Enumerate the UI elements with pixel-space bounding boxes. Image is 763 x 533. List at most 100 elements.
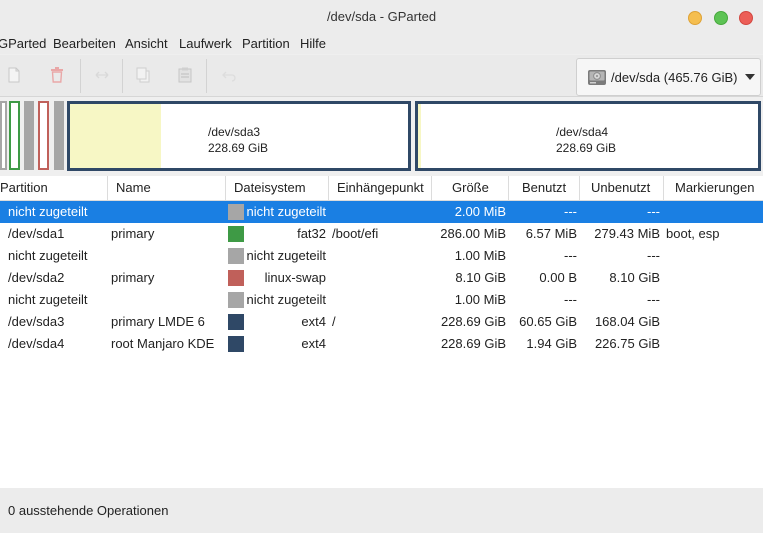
table-row[interactable]: nicht zugeteilt nicht zugeteilt 1.00 MiB --… <box>0 289 763 311</box>
harddisk-icon <box>588 70 606 85</box>
partition-size: 228.69 GiB <box>208 141 269 155</box>
toolbar-separator <box>122 59 123 93</box>
diskmap-unallocated-segment[interactable] <box>54 101 64 170</box>
maximize-button[interactable] <box>714 11 728 25</box>
cell-filesystem: linux-swap <box>264 270 326 285</box>
cell-filesystem: fat32 <box>297 226 326 241</box>
cell-filesystem: ext4 <box>301 336 326 351</box>
cell-filesystem: nicht zugeteilt <box>246 292 327 307</box>
cell-used: --- <box>564 248 577 263</box>
table-row[interactable]: /dev/sda4 root Manjaro KDE ext4 228.69 GiB 1… <box>0 333 763 355</box>
partition-size: 228.69 GiB <box>556 141 617 155</box>
table-header: Partition Name Dateisystem Einhängepunkt… <box>0 176 763 201</box>
status-bar: 0 ausstehende Operationen <box>0 488 763 533</box>
close-button[interactable] <box>739 11 753 25</box>
chevron-down-icon <box>745 74 756 80</box>
cell-unused: 279.43 MiB <box>594 226 660 241</box>
menu-hilfe[interactable]: Hilfe <box>300 36 326 51</box>
cell-size: 8.10 GiB <box>455 270 506 285</box>
column-header-flags[interactable]: Markierungen <box>664 176 763 201</box>
cell-flags <box>666 201 761 223</box>
cell-filesystem: ext4 <box>301 314 326 329</box>
toolbar-separator <box>206 59 207 93</box>
partition-table: Partition Name Dateisystem Einhängepunkt… <box>0 176 763 488</box>
cell-size: 228.69 GiB <box>440 314 506 329</box>
cell-filesystem: nicht zugeteilt <box>246 204 327 219</box>
delete-icon[interactable] <box>47 65 67 85</box>
table-row[interactable]: /dev/sda3 primary LMDE 6 ext4 / 228.69 GiB 60… <box>0 311 763 333</box>
paste-icon[interactable] <box>175 65 195 85</box>
cell-unused: 226.75 GiB <box>594 336 660 351</box>
cell-used: 60.65 GiB <box>519 314 577 329</box>
filesystem-color-swatch <box>228 270 244 286</box>
cell-partition: nicht zugeteilt <box>8 292 88 307</box>
cell-flags <box>666 245 761 267</box>
table-row[interactable]: nicht zugeteilt nicht zugeteilt 1.00 MiB --… <box>0 245 763 267</box>
menu-bearbeiten[interactable]: Bearbeiten <box>53 36 116 51</box>
cell-partition: /dev/sda4 <box>8 336 65 351</box>
cell-partition: /dev/sda1 <box>8 226 65 241</box>
filesystem-color-swatch <box>228 336 244 352</box>
cell-partition: /dev/sda3 <box>8 314 65 329</box>
diskmap-sda2-segment[interactable] <box>38 101 49 170</box>
cell-mountpoint: / <box>332 314 336 329</box>
cell-size: 1.00 MiB <box>454 248 506 263</box>
filesystem-color-swatch <box>228 248 244 264</box>
column-header-name[interactable]: Name <box>108 176 226 201</box>
filesystem-color-swatch <box>228 226 244 242</box>
cell-used: --- <box>564 204 577 219</box>
diskmap-sda4-segment[interactable]: /dev/sda4 228.69 GiB <box>415 101 761 171</box>
cell-mountpoint <box>332 267 430 289</box>
diskmap-sda3-segment[interactable]: /dev/sda3 228.69 GiB <box>67 101 411 171</box>
cell-name: root Manjaro KDE <box>111 336 215 351</box>
resize-move-icon[interactable] <box>92 65 112 85</box>
diskmap-sda1-segment[interactable] <box>9 101 20 170</box>
minimize-button[interactable] <box>688 11 702 25</box>
cell-flags: boot, esp <box>666 226 720 241</box>
table-row[interactable]: nicht zugeteilt nicht zugeteilt 2.00 MiB --… <box>0 201 763 223</box>
filesystem-color-swatch <box>228 204 244 220</box>
device-label: /dev/sda (465.76 GiB) <box>611 69 738 85</box>
column-header-filesystem[interactable]: Dateisystem <box>226 176 329 201</box>
table-row[interactable]: /dev/sda1 primary fat32/boot/efi 286.00 MiB… <box>0 223 763 245</box>
cell-name: primary <box>111 270 155 285</box>
used-space-bar <box>418 104 422 168</box>
diskmap-unallocated-segment[interactable] <box>24 101 34 170</box>
cell-flags <box>666 311 761 333</box>
column-header-partition[interactable]: Partition <box>0 176 108 201</box>
diskmap-unallocated-segment[interactable] <box>0 101 7 170</box>
menu-laufwerk[interactable]: Laufwerk <box>179 36 232 51</box>
undo-icon[interactable] <box>219 65 239 85</box>
menu-partition[interactable]: Partition <box>242 36 290 51</box>
column-header-unused[interactable]: Unbenutzt <box>580 176 664 201</box>
column-header-size[interactable]: Größe <box>432 176 509 201</box>
partition-name: /dev/sda4 <box>556 125 609 139</box>
menu-gparted[interactable]: GParted <box>0 36 46 51</box>
filesystem-color-swatch <box>228 314 244 330</box>
menu-ansicht[interactable]: Ansicht <box>125 36 168 51</box>
cell-unused: --- <box>647 248 660 263</box>
toolbar-separator <box>80 59 81 93</box>
cell-size: 2.00 MiB <box>454 204 506 219</box>
cell-flags <box>666 267 761 289</box>
table-row[interactable]: /dev/sda2 primary linux-swap 8.10 GiB 0.00 B… <box>0 267 763 289</box>
cell-filesystem: nicht zugeteilt <box>246 248 327 263</box>
cell-unused: --- <box>647 292 660 307</box>
cell-used: --- <box>564 292 577 307</box>
copy-icon[interactable] <box>133 65 153 85</box>
cell-size: 286.00 MiB <box>440 226 506 241</box>
cell-unused: 8.10 GiB <box>609 270 660 285</box>
column-header-mountpoint[interactable]: Einhängepunkt <box>329 176 432 201</box>
cell-mountpoint <box>332 201 430 223</box>
cell-name <box>111 245 225 267</box>
cell-unused: 168.04 GiB <box>594 314 660 329</box>
cell-mountpoint <box>332 333 430 355</box>
pending-operations-status: 0 ausstehende Operationen <box>8 503 169 518</box>
cell-mountpoint: /boot/efi <box>332 226 379 241</box>
cell-name: primary <box>111 226 155 241</box>
new-partition-icon[interactable] <box>4 65 24 85</box>
cell-used: 0.00 B <box>539 270 577 285</box>
column-header-used[interactable]: Benutzt <box>509 176 580 201</box>
device-selector[interactable]: /dev/sda (465.76 GiB) <box>576 58 761 96</box>
toolbar: /dev/sda (465.76 GiB) <box>0 55 763 97</box>
